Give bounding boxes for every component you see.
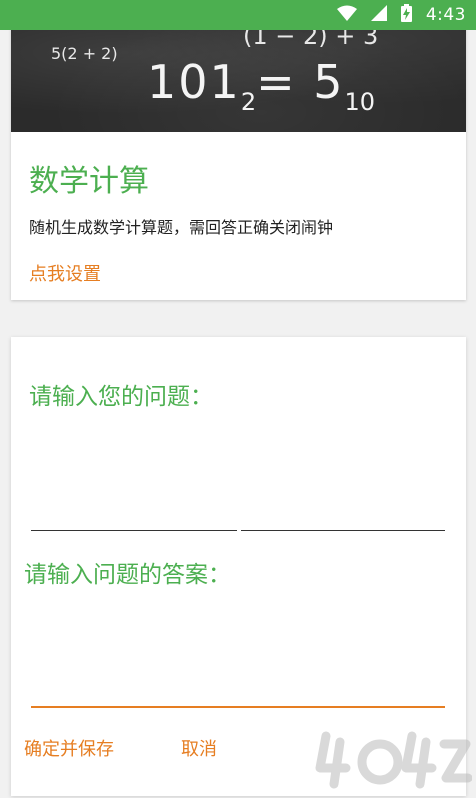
status-bar: 4:43 (0, 0, 476, 30)
question-underline-left (31, 530, 237, 531)
status-icons: 4:43 (336, 4, 466, 26)
question-underline-right (241, 530, 445, 531)
answer-underline-focused (31, 706, 445, 708)
math-card[interactable]: √ = 5(2 + 2) (1 − 2) + 3 1012= 510 数学计算 … (11, 0, 466, 300)
card-description: 随机生成数学计算题，需回答正确关闭闹钟 (29, 218, 334, 237)
formula-left: 5(2 + 2) (51, 44, 118, 63)
answer-input[interactable] (31, 663, 449, 705)
formula-main-sub-right: 10 (344, 88, 376, 116)
settings-link[interactable]: 点我设置 (29, 260, 101, 286)
card-title: 数学计算 (29, 164, 149, 199)
confirm-save-button[interactable]: 确定并保存 (24, 735, 114, 761)
formula-main-eq: = 5 (256, 55, 345, 109)
question-label: 请输入您的问题： (29, 384, 213, 410)
wifi-icon (336, 5, 357, 25)
answer-label: 请输入问题的答案： (24, 562, 231, 588)
formula-main-sub-left: 2 (240, 88, 257, 116)
watermark-logo-icon (312, 722, 473, 794)
formula-main: 1012= 510 (147, 55, 375, 116)
formula-main-left: 101 (147, 55, 241, 109)
question-input[interactable] (31, 487, 449, 529)
battery-charging-icon (400, 4, 412, 26)
signal-icon (370, 5, 387, 25)
clock-time: 4:43 (425, 5, 466, 25)
cancel-button[interactable]: 取消 (181, 735, 217, 761)
